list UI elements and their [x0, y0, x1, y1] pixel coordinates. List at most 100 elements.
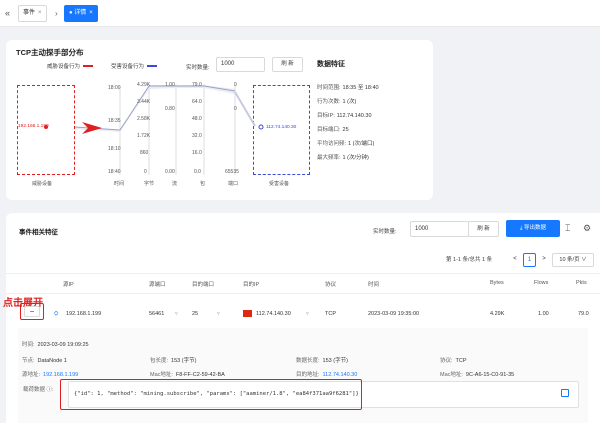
axis-tick: 0.00 — [165, 169, 175, 175]
stat-row: 时间范围: 18:35 至 18:40 — [317, 85, 379, 91]
cell-bytes: 4.29K — [490, 311, 505, 317]
axis-tick: 0 — [234, 106, 237, 112]
column-header: 源IP — [63, 282, 74, 288]
detail-sensor: 节点: DataNode 1 — [22, 358, 67, 364]
export-data-button[interactable]: ⤓ 导出数据 — [506, 220, 560, 237]
tcp-distribution-card: TCP主动探手部分布 威胁设备行为 受害设备行为 实时数量: 1000 刷 新 … — [6, 40, 433, 200]
stat-row: 行为次数: 1 (次) — [317, 99, 357, 105]
axis-tick: 18:00 — [108, 85, 121, 91]
column-header: Pkts — [576, 280, 587, 286]
axis-tick: 0.0 — [194, 169, 201, 175]
flow-band — [75, 85, 235, 132]
cell-src-ip[interactable]: 192.168.1.199 — [66, 311, 101, 317]
column-header: 时间 — [368, 282, 380, 288]
network-icon: ⛭ — [54, 311, 59, 317]
axis-label-flows: 流 — [172, 181, 178, 187]
cell-dst-ip[interactable]: 112.74.140.30 — [256, 311, 291, 317]
stat-row: 目标端口: 25 — [317, 127, 349, 133]
axis-tick: 1.72K — [137, 133, 151, 139]
source-node — [44, 125, 48, 129]
axis-tick: 48.0 — [192, 116, 202, 122]
filter-icon[interactable]: ▿ — [175, 311, 178, 317]
stat-row: 目标IP: 112.74.140.30 — [317, 113, 372, 119]
tab-label: 事件 — [23, 10, 36, 16]
axis-tick: 860 — [140, 150, 149, 156]
stat-row: 最大频率: 1 (次/分钟) — [317, 155, 369, 161]
chevron-right-icon[interactable]: › — [55, 8, 58, 19]
count-label: 实时数量: — [373, 229, 397, 235]
flow-line — [74, 85, 236, 131]
axis-tick: 3.44K — [137, 99, 151, 105]
axis-tick: 18:35 — [108, 118, 121, 124]
column-setting-icon[interactable]: ⌶ — [565, 223, 570, 234]
detail-destination-address: 目的地址: 112.74.140.30 — [296, 372, 358, 378]
cell-pkts: 79.0 — [578, 311, 589, 317]
payload-highlight — [60, 379, 362, 410]
divider — [6, 293, 600, 294]
stats-title: 数据特征 — [317, 61, 345, 68]
card-title: 事件相关特征 — [19, 229, 58, 236]
detail-packet-length: 包长度: 153 (字节) — [150, 358, 197, 364]
column-header: Bytes — [490, 280, 504, 286]
axis-tick: 2.58K — [137, 116, 151, 122]
filter-icon[interactable]: ▿ — [217, 311, 220, 317]
filter-icon[interactable]: ▿ — [306, 311, 309, 317]
page-next-button[interactable]: > — [538, 253, 550, 267]
axis-tick: 64.0 — [192, 99, 202, 105]
detail-source-mac: Mac地址: F8-FF-C2-59-42-BA — [150, 372, 225, 378]
column-header: 协议 — [325, 282, 337, 288]
detail-time: 时间: 2023-03-09 19:09:25 — [22, 342, 89, 348]
axis-label-port: 端口 — [228, 181, 239, 187]
page-size-select[interactable]: 10 条/页 ∨ — [552, 253, 594, 267]
tab-events[interactable]: 事件 × — [18, 5, 47, 22]
export-label: 导出数据 — [523, 225, 546, 231]
cell-dst-port: 25 — [192, 311, 199, 317]
destination-node — [258, 124, 264, 130]
detail-destination-mac: Mac地址: 9C-A6-15-C0-91-35 — [440, 372, 515, 378]
column-header: 目的IP — [243, 282, 260, 288]
axis-tick: 0 — [234, 82, 237, 88]
flow-link — [234, 91, 256, 127]
column-header: 目的端口 — [192, 282, 215, 288]
stat-row: 平均访问频: 1 (次/端口) — [317, 141, 375, 147]
axis-label-bytes: 字节 — [144, 181, 155, 187]
tab-detail[interactable]: ● 详情 × — [64, 5, 98, 22]
cell-time: 2023-03-09 19:35:00 — [368, 311, 420, 317]
pagination-summary: 第 1-1 条/总共 1 条 — [446, 257, 493, 263]
axis-tick: 4.29K — [137, 82, 151, 88]
detail-source-address: 源地址: 192.168.1.199 — [22, 372, 79, 378]
china-flag-icon — [243, 310, 252, 317]
axis-tick: 1.00 — [165, 82, 175, 88]
divider — [6, 273, 600, 274]
copy-icon[interactable] — [561, 389, 569, 397]
axis-tick: 18:10 — [108, 146, 121, 152]
close-icon[interactable]: × — [89, 10, 93, 16]
axis-label-time: 时间 — [114, 181, 125, 187]
page-prev-button[interactable]: < — [509, 253, 521, 267]
column-header: Flows — [534, 280, 549, 286]
axis-tick: 65535 — [225, 169, 239, 175]
tab-bar: « 事件 × › ● 详情 × — [0, 0, 600, 27]
tab-label: ● 详情 — [69, 10, 87, 16]
refresh-button[interactable]: 刷 新 — [468, 221, 499, 237]
axis-tick: 16.0 — [192, 150, 202, 156]
axis-tick: 0.80 — [165, 106, 175, 112]
cell-src-port: 56461 — [149, 311, 165, 317]
detail-protocol: 协议: TCP — [440, 358, 467, 364]
axis-label-packets: 包 — [200, 181, 206, 187]
cell-protocol: TCP — [325, 311, 336, 317]
detail-data-length: 数据长度: 153 (字节) — [296, 358, 348, 364]
count-input[interactable]: 1000 — [410, 221, 469, 237]
axis-tick: 32.0 — [192, 133, 202, 139]
expand-button-highlight — [20, 303, 44, 320]
axis-tick: 18:40 — [108, 169, 121, 175]
payload-label: 载荷数据 ⓘ: — [23, 387, 54, 393]
axis-tick: 79.0 — [192, 82, 202, 88]
page-current-button[interactable]: 1 — [523, 253, 536, 267]
close-icon[interactable]: × — [38, 10, 42, 16]
axis-tick: 0 — [144, 169, 147, 175]
gear-icon[interactable]: ⚙ — [583, 223, 591, 234]
cell-flows: 1.00 — [538, 311, 549, 317]
double-chevron-left-icon[interactable]: « — [2, 8, 13, 19]
parallel-coordinates-chart — [44, 84, 264, 175]
